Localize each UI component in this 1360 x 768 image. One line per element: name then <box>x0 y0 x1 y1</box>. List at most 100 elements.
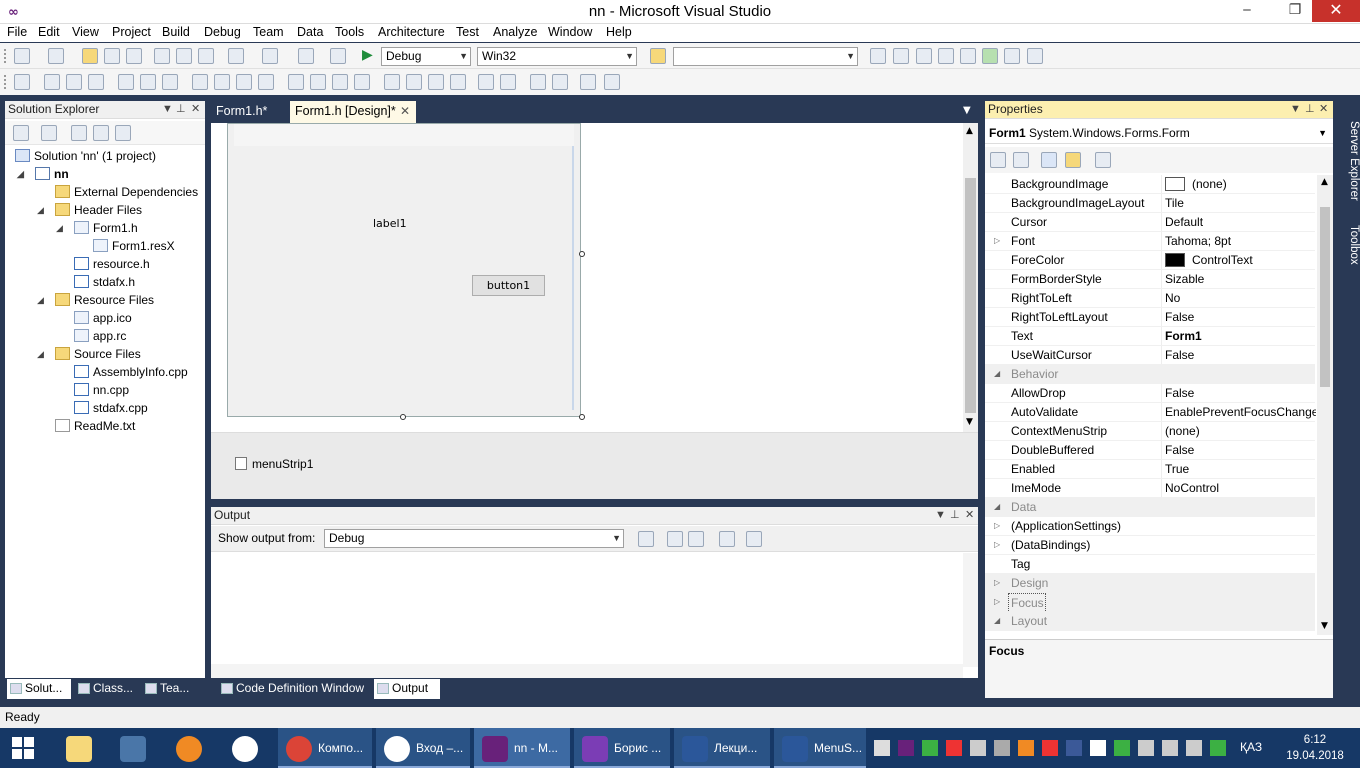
tray-download-icon[interactable] <box>922 740 938 756</box>
expand-icon[interactable]: ▷ <box>994 517 1000 535</box>
tab-server-explorer[interactable]: Server Explorer <box>1340 101 1360 201</box>
flag-icon[interactable] <box>1162 740 1178 756</box>
property-row[interactable]: AutoValidate EnablePreventFocusChange <box>985 403 1316 422</box>
yandex-browser-button[interactable] <box>224 728 268 768</box>
property-row[interactable]: ▷ Font Tahoma; 8pt <box>985 232 1315 251</box>
tray-facebook-icon[interactable] <box>1066 740 1082 756</box>
events-icon[interactable] <box>1065 152 1081 168</box>
save-icon[interactable] <box>104 48 120 64</box>
bring-to-front-icon[interactable] <box>530 74 546 90</box>
cut-icon[interactable] <box>154 48 170 64</box>
property-category-focus[interactable]: ▷ Focus <box>985 593 1315 613</box>
property-row[interactable]: UseWaitCursor False <box>985 346 1315 365</box>
taskbar-app-visual-studio[interactable]: nn - M... <box>474 728 570 768</box>
property-category-behavior[interactable]: ◢ Behavior <box>985 365 1315 384</box>
property-row[interactable]: RightToLeftLayout False <box>985 308 1315 327</box>
navigate-backward-icon[interactable] <box>298 48 314 64</box>
align-middles-icon[interactable] <box>140 74 156 90</box>
remove-horizontal-spacing-icon[interactable] <box>354 74 370 90</box>
paste-icon[interactable] <box>198 48 214 64</box>
tab-form1-h-design[interactable]: Form1.h [Design]* ✕ <box>290 101 416 123</box>
label1-control[interactable]: label1 <box>373 217 407 230</box>
property-row[interactable]: RightToLeft No <box>985 289 1315 308</box>
solution-platform-combo[interactable]: Win32 ▼ <box>477 47 637 66</box>
align-tops-icon[interactable] <box>118 74 134 90</box>
taskbar-app-chrome[interactable]: Компо... <box>278 728 372 768</box>
expand-icon[interactable]: ▷ <box>994 593 1000 611</box>
property-category-layout[interactable]: ◢ Layout <box>985 612 1315 631</box>
menu-tools[interactable]: Tools <box>335 25 364 39</box>
add-item-icon[interactable] <box>48 48 64 64</box>
command-window-icon[interactable] <box>1027 48 1043 64</box>
tray-item-menustrip1[interactable]: menuStrip1 <box>235 457 313 471</box>
pin-icon[interactable]: ⊥ <box>1305 101 1315 118</box>
property-row[interactable]: Tag <box>985 555 1315 574</box>
class-diagram-icon[interactable] <box>115 125 131 141</box>
property-row[interactable]: ▷ (ApplicationSettings) <box>985 517 1315 536</box>
tray-network-icon[interactable] <box>994 740 1010 756</box>
tools-icon[interactable] <box>960 48 976 64</box>
output-source-combo[interactable]: Debug ▼ <box>324 529 624 548</box>
menu-architecture[interactable]: Architecture <box>378 25 445 39</box>
toolbox-icon[interactable] <box>938 48 954 64</box>
properties-icon[interactable] <box>41 125 57 141</box>
increase-horizontal-spacing-icon[interactable] <box>310 74 326 90</box>
align-bottoms-icon[interactable] <box>162 74 178 90</box>
taskbar-app-google[interactable]: Вход –... <box>376 728 470 768</box>
tree-item-solution[interactable]: Solution 'nn' (1 project) <box>15 147 156 165</box>
properties-vertical-scrollbar[interactable]: ▲ ▼ <box>1317 175 1333 635</box>
tree-item-external-dependencies[interactable]: External Dependencies <box>55 183 198 201</box>
expand-arrow-icon[interactable]: ◢ <box>37 345 44 363</box>
tab-class-view[interactable]: Class... <box>75 679 137 699</box>
tab-order-icon[interactable] <box>580 74 596 90</box>
start-button[interactable] <box>0 728 46 768</box>
tree-item-stdafx-h[interactable]: stdafx.h <box>74 273 135 291</box>
menu-edit[interactable]: Edit <box>38 25 60 39</box>
expand-arrow-icon[interactable]: ◢ <box>17 165 24 183</box>
taskbar-app-word-2[interactable]: MenuS... <box>774 728 866 768</box>
increase-vertical-spacing-icon[interactable] <box>406 74 422 90</box>
tray-shield-icon[interactable] <box>946 740 962 756</box>
solution-configuration-combo[interactable]: Debug ▼ <box>381 47 471 66</box>
property-row[interactable]: Cursor Default <box>985 213 1315 232</box>
property-row[interactable]: ImeMode NoControl <box>985 479 1315 498</box>
show-all-files-icon[interactable] <box>13 125 29 141</box>
center-vertically-icon[interactable] <box>500 74 516 90</box>
tree-item-stdafx-cpp[interactable]: stdafx.cpp <box>74 399 148 417</box>
tree-item-nn-cpp[interactable]: nn.cpp <box>74 381 129 399</box>
tab-overflow-icon[interactable]: ▼ <box>963 105 971 116</box>
form1-surface[interactable]: label1 button1 <box>227 123 581 417</box>
tree-item-form1-h[interactable]: ◢ Form1.h <box>56 219 138 237</box>
tree-item-header-files[interactable]: ◢ Header Files <box>37 201 142 219</box>
taskbar-clock[interactable]: 6:12 19.04.2018 <box>1280 732 1350 764</box>
tree-item-resource-files[interactable]: ◢ Resource Files <box>37 291 154 309</box>
alphabetical-icon[interactable] <box>1013 152 1029 168</box>
align-lefts-icon[interactable] <box>44 74 60 90</box>
tray-vs-icon[interactable] <box>898 740 914 756</box>
resize-handle-corner[interactable] <box>579 414 585 420</box>
property-row[interactable]: ▷ (DataBindings) <box>985 536 1315 555</box>
align-centers-icon[interactable] <box>66 74 82 90</box>
extension-manager-icon[interactable] <box>1004 48 1020 64</box>
navigate-forward-icon[interactable] <box>330 48 346 64</box>
collapse-icon[interactable]: ◢ <box>994 365 1000 383</box>
expand-icon[interactable]: ▷ <box>994 574 1000 592</box>
property-row[interactable]: ForeColor ControlText <box>985 251 1315 270</box>
property-row[interactable]: AllowDrop False <box>985 384 1315 403</box>
previous-message-icon[interactable] <box>667 531 683 547</box>
collapse-icon[interactable]: ◢ <box>994 498 1000 516</box>
vertical-spacing-equal-icon[interactable] <box>384 74 400 90</box>
tray-monitor-icon[interactable] <box>970 740 986 756</box>
tab-team-explorer[interactable]: Tea... <box>142 679 202 699</box>
tab-output[interactable]: Output <box>374 679 440 699</box>
expand-icon[interactable]: ▷ <box>994 536 1000 554</box>
menu-help[interactable]: Help <box>606 25 632 39</box>
pin-icon[interactable]: ⊥ <box>176 101 186 118</box>
minimize-button[interactable]: ‒ <box>1230 0 1264 22</box>
scroll-up-icon[interactable]: ▲ <box>966 126 973 136</box>
view-code-icon[interactable] <box>71 125 87 141</box>
decrease-vertical-spacing-icon[interactable] <box>428 74 444 90</box>
horizontal-spacing-equal-icon[interactable] <box>288 74 304 90</box>
save-all-icon[interactable] <box>126 48 142 64</box>
properties-window-icon[interactable] <box>893 48 909 64</box>
